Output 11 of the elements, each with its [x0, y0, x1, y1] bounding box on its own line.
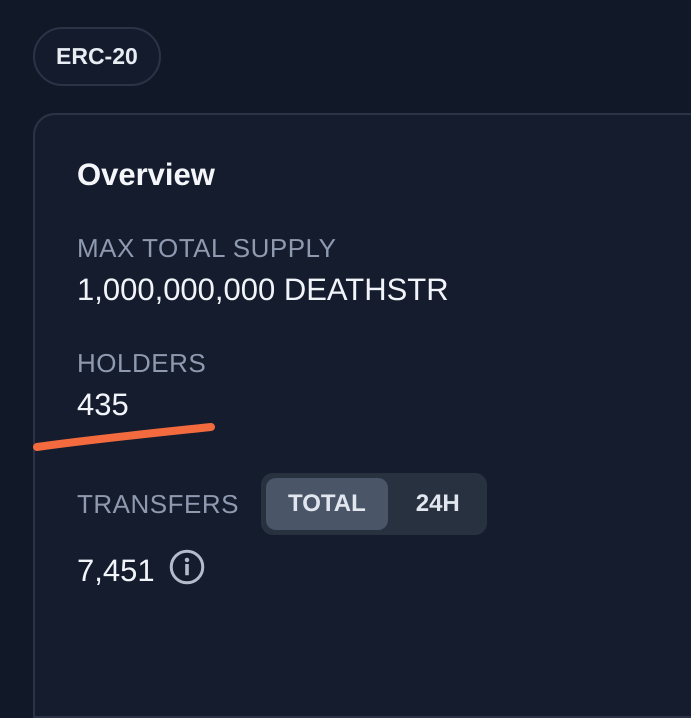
field-label: HOLDERS: [77, 348, 206, 379]
toggle-option[interactable]: 24H: [394, 478, 482, 530]
field-value: 1,000,000,000 DEATHSTR: [77, 272, 449, 308]
field-value: 435: [77, 387, 129, 423]
toggle-option[interactable]: TOTAL: [266, 478, 388, 530]
info-icon[interactable]: [168, 549, 205, 585]
field-value: 7,451: [77, 553, 155, 589]
token-standard-badge: ERC-20: [33, 27, 161, 86]
field-label: TRANSFERS: [77, 488, 239, 520]
card-title: Overview: [77, 157, 216, 193]
field-label: MAX TOTAL SUPPLY: [77, 233, 336, 264]
